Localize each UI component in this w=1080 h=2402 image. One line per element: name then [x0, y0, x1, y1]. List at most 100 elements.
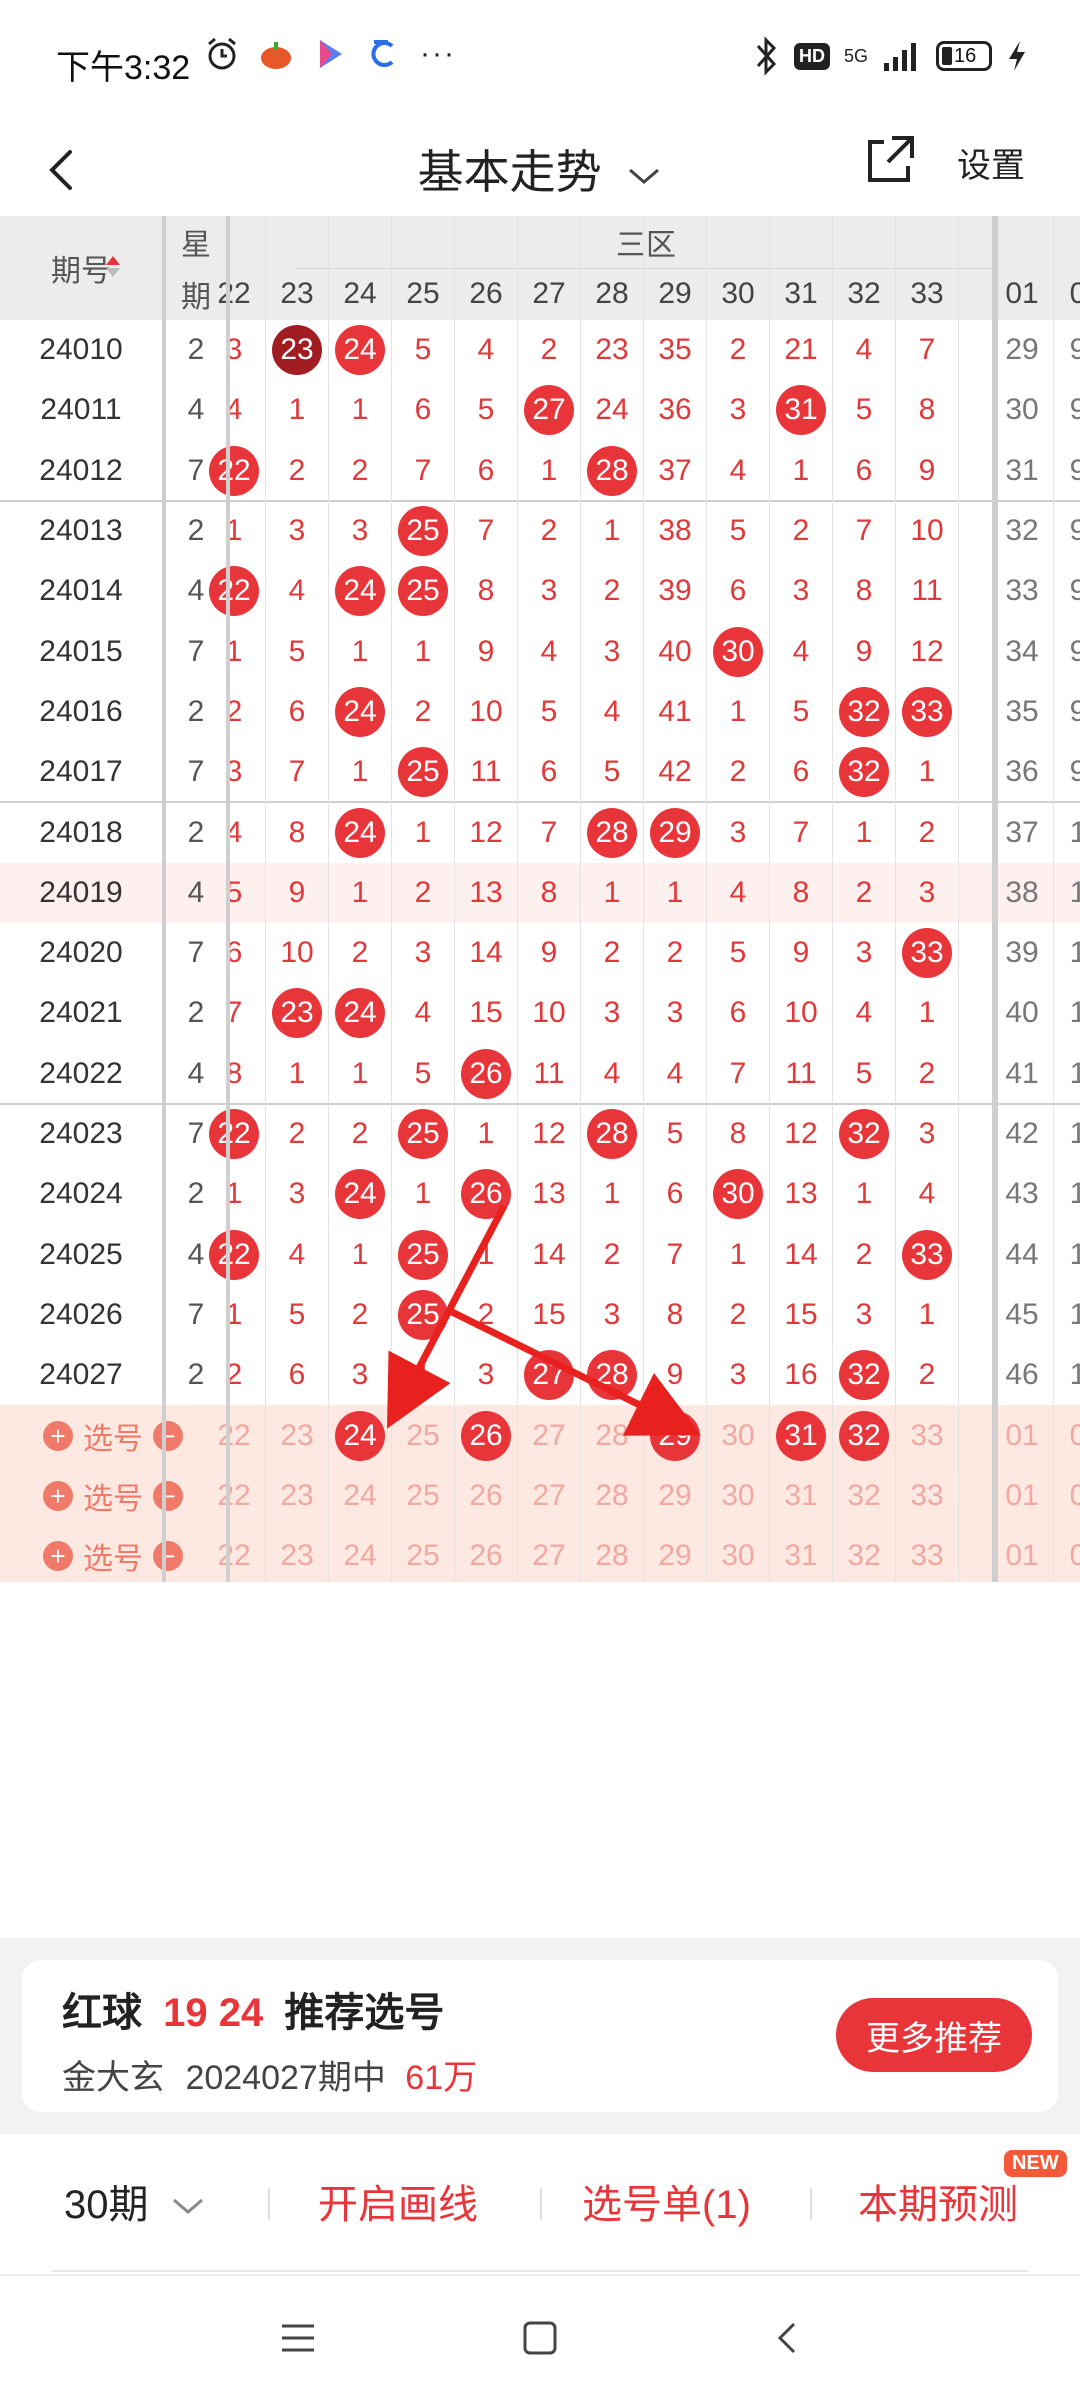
- selectable-number[interactable]: 29: [658, 1479, 691, 1513]
- period-count-dropdown[interactable]: 30期: [64, 2172, 206, 2230]
- selectable-number[interactable]: 23: [280, 1479, 313, 1513]
- selected-number-ball[interactable]: 32: [839, 1410, 889, 1461]
- selectable-number[interactable]: 33: [910, 1419, 943, 1453]
- selection-cell[interactable]: 23: [266, 1466, 328, 1526]
- selectable-number[interactable]: 22: [217, 1479, 250, 1513]
- selected-number-ball[interactable]: 31: [776, 1410, 826, 1461]
- selected-number-ball[interactable]: 26: [461, 1410, 511, 1461]
- selection-cell[interactable]: 28: [581, 1405, 643, 1465]
- selection-cell[interactable]: 22: [203, 1466, 265, 1526]
- selectable-number[interactable]: 28: [595, 1419, 628, 1453]
- selection-cell[interactable]: 33: [896, 1466, 958, 1526]
- selectable-number[interactable]: 29: [658, 1539, 691, 1573]
- settings-button[interactable]: 设置: [957, 138, 1025, 187]
- selection-cell[interactable]: 01: [991, 1466, 1053, 1526]
- selectable-number[interactable]: 23: [280, 1419, 313, 1453]
- selection-cell[interactable]: 01: [991, 1405, 1053, 1465]
- selection-cell[interactable]: 0: [1047, 1526, 1080, 1582]
- selectable-number[interactable]: 28: [595, 1539, 628, 1573]
- selectable-number[interactable]: 01: [1005, 1539, 1038, 1573]
- plus-icon[interactable]: +: [43, 1541, 73, 1572]
- selection-cell[interactable]: 0: [1047, 1405, 1080, 1465]
- more-recommendations-button[interactable]: 更多推荐: [836, 1998, 1032, 2072]
- selectable-number[interactable]: 0: [1070, 1419, 1080, 1453]
- selection-cell[interactable]: 30: [707, 1405, 769, 1465]
- selection-cell[interactable]: 33: [896, 1405, 958, 1465]
- selectable-number[interactable]: 01: [1005, 1419, 1038, 1453]
- table-header-period[interactable]: 期号: [0, 216, 162, 320]
- selection-cell[interactable]: 23: [266, 1405, 328, 1465]
- selection-cell[interactable]: 32: [833, 1526, 895, 1582]
- selection-cell[interactable]: 27: [518, 1466, 580, 1526]
- selection-cell[interactable]: 31: [770, 1405, 832, 1465]
- selection-cell[interactable]: 30: [707, 1466, 769, 1526]
- selectable-number[interactable]: 22: [217, 1419, 250, 1453]
- selection-cell[interactable]: 24: [329, 1526, 391, 1582]
- page-title[interactable]: 基本走势: [0, 136, 1080, 202]
- selectable-number[interactable]: 27: [532, 1479, 565, 1513]
- menu-icon[interactable]: [278, 2318, 318, 2358]
- selectable-number[interactable]: 24: [343, 1479, 376, 1513]
- selection-cell[interactable]: 01: [991, 1526, 1053, 1582]
- selectable-number[interactable]: 25: [406, 1419, 439, 1453]
- selectable-number[interactable]: 33: [910, 1479, 943, 1513]
- selectable-number[interactable]: 27: [532, 1539, 565, 1573]
- selectable-number[interactable]: 27: [532, 1419, 565, 1453]
- selectable-number[interactable]: 30: [721, 1419, 754, 1453]
- selection-cell[interactable]: 22: [203, 1526, 265, 1582]
- selectable-number[interactable]: 28: [595, 1479, 628, 1513]
- selection-list-button[interactable]: 选号单(1): [582, 2172, 751, 2230]
- selection-cell[interactable]: 28: [581, 1526, 643, 1582]
- selection-cell[interactable]: 26: [455, 1466, 517, 1526]
- selection-cell[interactable]: 22: [203, 1405, 265, 1465]
- selectable-number[interactable]: 23: [280, 1539, 313, 1573]
- draw-line-button[interactable]: 开启画线: [318, 2172, 478, 2230]
- home-icon[interactable]: [520, 2318, 560, 2358]
- selection-cell[interactable]: 27: [518, 1526, 580, 1582]
- sort-icon[interactable]: [106, 256, 120, 277]
- selection-cell[interactable]: 24: [329, 1405, 391, 1465]
- minus-icon[interactable]: −: [153, 1541, 183, 1572]
- selectable-number[interactable]: 26: [469, 1479, 502, 1513]
- selection-cell[interactable]: 33: [896, 1526, 958, 1582]
- plus-icon[interactable]: +: [43, 1420, 73, 1451]
- selection-cell[interactable]: 31: [770, 1466, 832, 1526]
- prediction-button[interactable]: 本期预测: [858, 2172, 1018, 2230]
- selection-cell[interactable]: 29: [644, 1466, 706, 1526]
- recommendation-card[interactable]: 红球 19 24 推荐选号 金大玄 2024027期中 61万 更多推荐: [22, 1960, 1058, 2112]
- selection-cell[interactable]: 31: [770, 1526, 832, 1582]
- selection-cell[interactable]: 23: [266, 1526, 328, 1582]
- selectable-number[interactable]: 30: [721, 1479, 754, 1513]
- selectable-number[interactable]: 32: [847, 1479, 880, 1513]
- selection-cell[interactable]: 0: [1047, 1466, 1080, 1526]
- minus-icon[interactable]: −: [153, 1420, 183, 1451]
- plus-icon[interactable]: +: [43, 1480, 73, 1511]
- selectable-number[interactable]: 26: [469, 1539, 502, 1573]
- selection-cell[interactable]: 29: [644, 1526, 706, 1582]
- selectable-number[interactable]: 25: [406, 1479, 439, 1513]
- selected-number-ball[interactable]: 24: [335, 1410, 385, 1461]
- selectable-number[interactable]: 32: [847, 1539, 880, 1573]
- selection-cell[interactable]: 29: [644, 1405, 706, 1465]
- share-icon[interactable]: [862, 132, 918, 188]
- selectable-number[interactable]: 01: [1005, 1479, 1038, 1513]
- selectable-number[interactable]: 0: [1070, 1479, 1080, 1513]
- selectable-number[interactable]: 25: [406, 1539, 439, 1573]
- selected-number-ball[interactable]: 29: [650, 1410, 700, 1461]
- selectable-number[interactable]: 0: [1070, 1539, 1080, 1573]
- selectable-number[interactable]: 22: [217, 1539, 250, 1573]
- selection-cell[interactable]: 25: [392, 1405, 454, 1465]
- back-nav-icon[interactable]: [768, 2318, 808, 2358]
- selection-cell[interactable]: 27: [518, 1405, 580, 1465]
- selection-cell[interactable]: 24: [329, 1466, 391, 1526]
- selection-cell[interactable]: 30: [707, 1526, 769, 1582]
- minus-icon[interactable]: −: [153, 1480, 183, 1511]
- selection-cell[interactable]: 28: [581, 1466, 643, 1526]
- selectable-number[interactable]: 30: [721, 1539, 754, 1573]
- selectable-number[interactable]: 31: [784, 1539, 817, 1573]
- selection-cell[interactable]: 32: [833, 1466, 895, 1526]
- selection-cell[interactable]: 26: [455, 1405, 517, 1465]
- selection-cell[interactable]: 25: [392, 1526, 454, 1582]
- selectable-number[interactable]: 33: [910, 1539, 943, 1573]
- selection-cell[interactable]: 25: [392, 1466, 454, 1526]
